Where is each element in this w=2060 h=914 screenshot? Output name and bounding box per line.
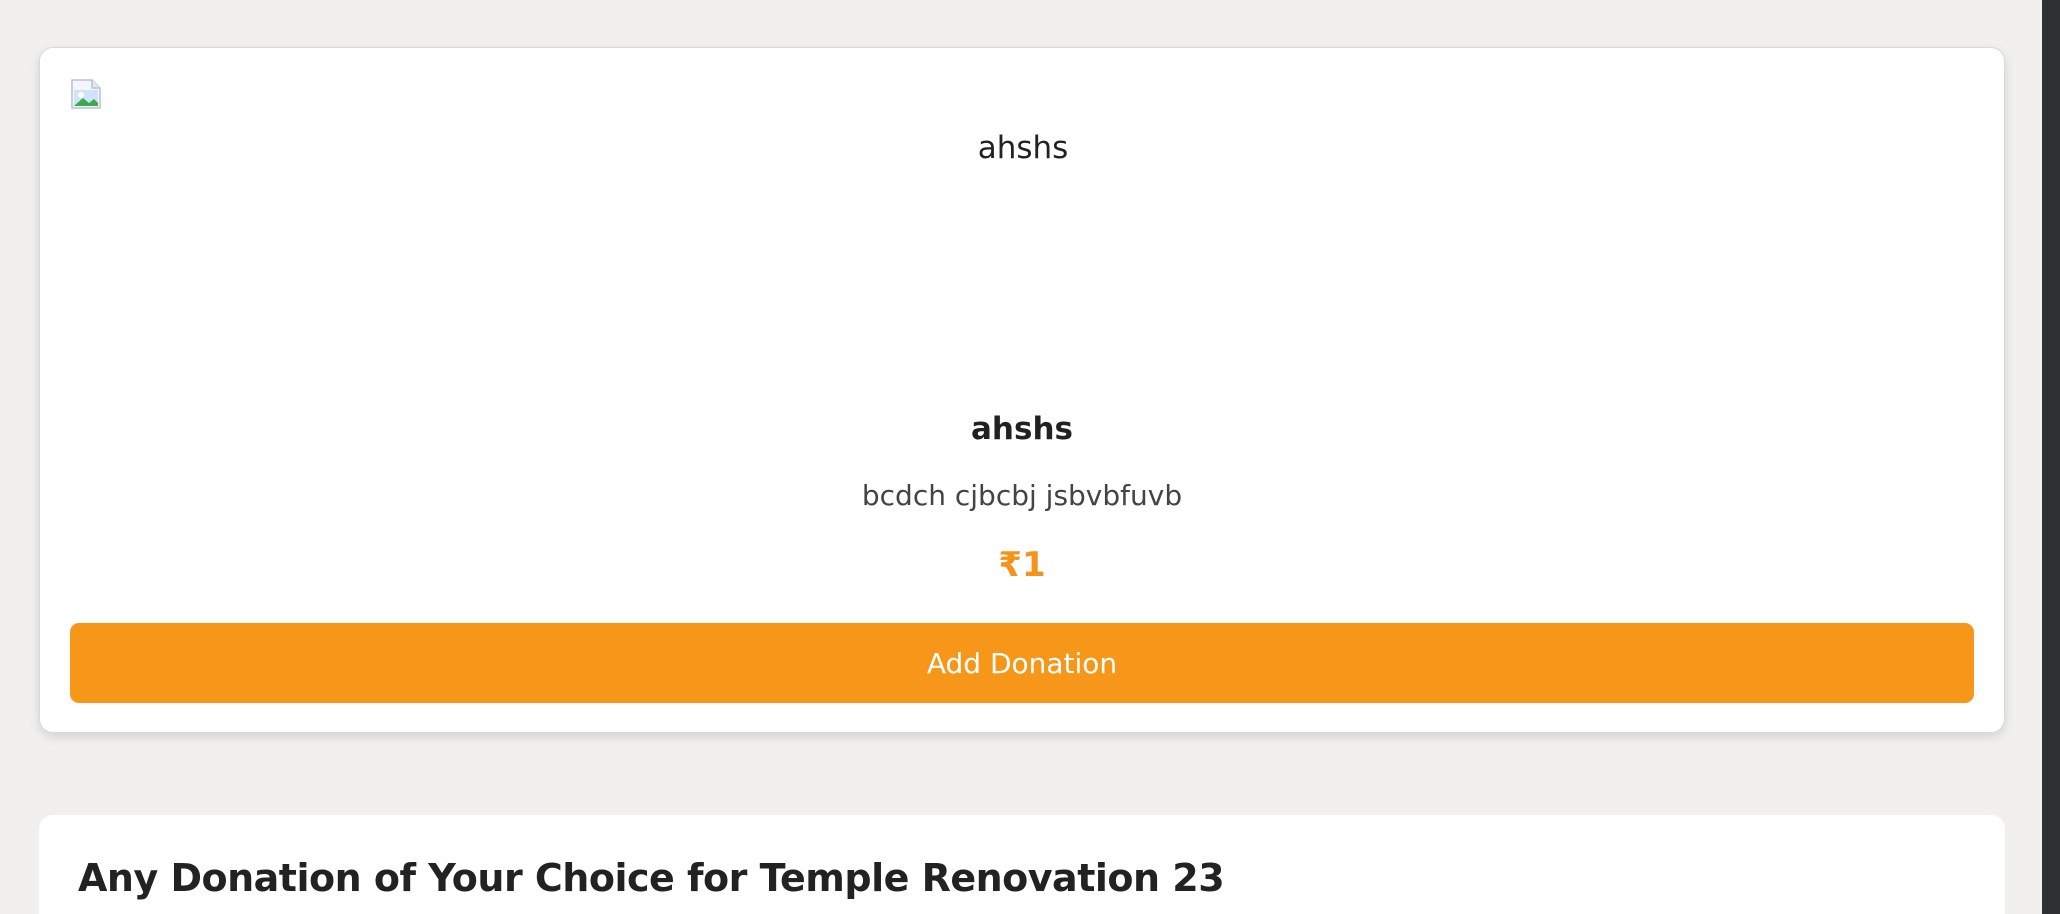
donation-card-2: Any Donation of Your Choice for Temple R… <box>39 815 2005 914</box>
donation-price: ₹1 <box>998 545 1046 585</box>
donation-title: ahshs <box>971 411 1073 447</box>
donation-card-2-title: Any Donation of Your Choice for Temple R… <box>78 856 1225 900</box>
donation-description: bcdch cjbcbj jsbvbfuvb <box>861 479 1183 512</box>
window-edge <box>2042 0 2060 914</box>
donation-image: ahshs <box>70 78 1976 408</box>
image-alt-text: ahshs <box>977 130 1069 166</box>
broken-image-icon <box>70 78 102 110</box>
add-donation-button[interactable]: Add Donation <box>70 623 1974 703</box>
donation-card: ahshs ahshs bcdch cjbcbj jsbvbfuvb ₹1 Ad… <box>39 47 2005 733</box>
